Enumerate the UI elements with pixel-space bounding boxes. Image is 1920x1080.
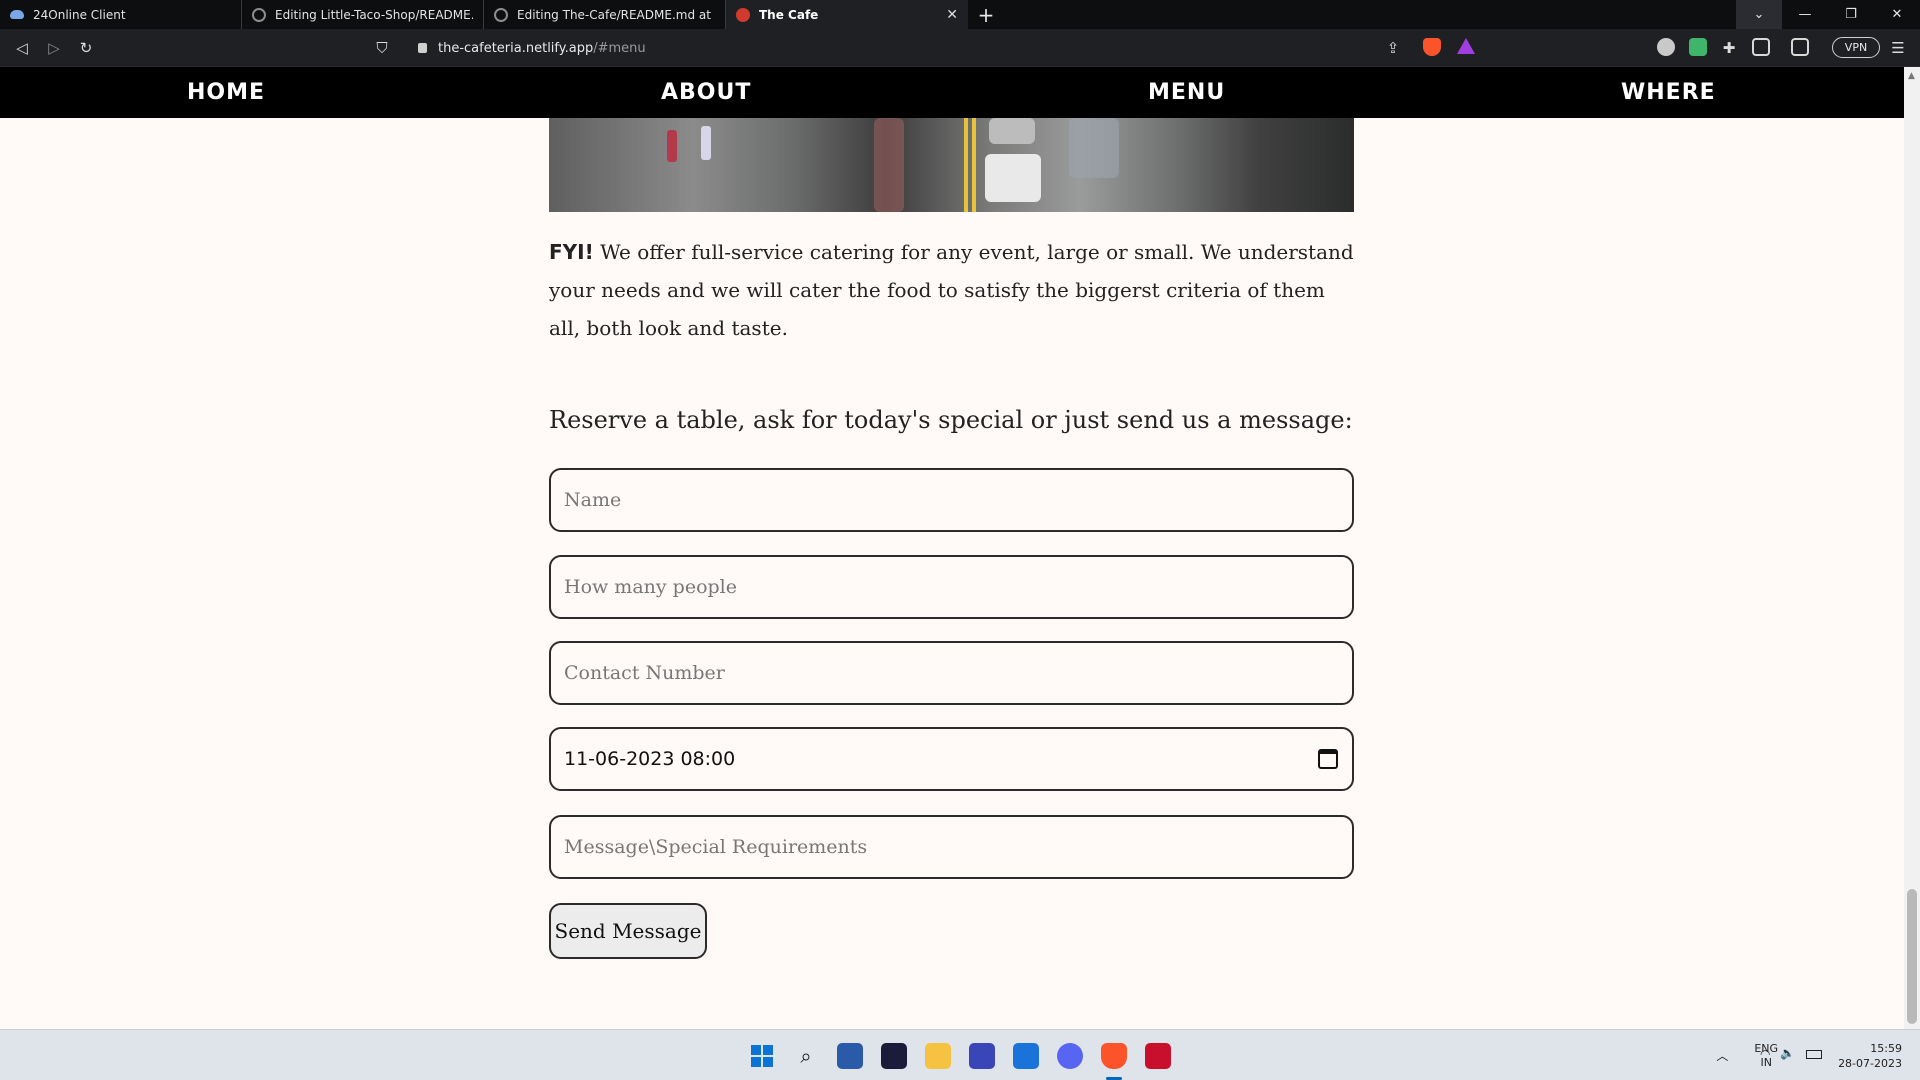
- search-icon[interactable]: ⌕: [793, 1043, 819, 1069]
- tab-search-dropdown-icon[interactable]: ⌄: [1736, 0, 1782, 29]
- sheets-extension-icon[interactable]: [1689, 38, 1707, 56]
- github-icon: [494, 7, 508, 22]
- date: 28-07-2023: [1838, 1056, 1902, 1070]
- close-tab-icon[interactable]: ✕: [946, 7, 958, 23]
- car: [989, 118, 1035, 144]
- page-scrollbar[interactable]: ▲: [1904, 67, 1920, 1029]
- cloud-icon: [10, 10, 24, 19]
- calendar-icon[interactable]: [1318, 749, 1338, 769]
- people-count-input[interactable]: How many people: [549, 555, 1354, 619]
- clock[interactable]: 15:59 28-07-2023: [1838, 1041, 1902, 1071]
- menu-hamburger-icon[interactable]: ☰: [1888, 38, 1908, 58]
- fyi-body: We offer full-service catering for any e…: [549, 240, 1354, 340]
- tab-title: The Cafe: [759, 7, 819, 22]
- send-message-button[interactable]: Send Message: [549, 903, 707, 959]
- intellij-icon[interactable]: [881, 1043, 907, 1069]
- pedestrian: [667, 130, 677, 162]
- tab-little-taco-shop-readme[interactable]: Editing Little-Taco-Shop/README.md: [242, 0, 484, 29]
- street-photo: [549, 118, 1354, 212]
- forward-icon[interactable]: ▷: [44, 38, 64, 58]
- url-path: /#menu: [593, 40, 646, 56]
- extension-icon[interactable]: [1657, 38, 1675, 56]
- wifi-icon[interactable]: ◠: [1760, 1047, 1770, 1061]
- datetime-input[interactable]: 11-06-2023 08:00: [549, 727, 1354, 791]
- volume-icon[interactable]: 🔈: [1780, 1046, 1795, 1060]
- contact-placeholder: Contact Number: [564, 662, 725, 684]
- file-explorer-icon[interactable]: [925, 1043, 951, 1069]
- scrollbar-thumb[interactable]: [1907, 889, 1917, 1024]
- vpn-label: VPN: [1844, 41, 1868, 54]
- datetime-value: 11-06-2023 08:00: [564, 748, 736, 770]
- sidebar-icon[interactable]: [1752, 38, 1770, 56]
- battery-icon[interactable]: [1806, 1050, 1822, 1059]
- scroll-up-arrow-icon[interactable]: ▲: [1908, 71, 1915, 81]
- window-controls: ⌄ — ❐ ✕: [1736, 0, 1920, 29]
- windows-taskbar: ⌕ ︿ ENG IN 15:59 28-07-2023 ◠ 🔈: [0, 1029, 1920, 1080]
- start-windows-icon[interactable]: [749, 1043, 775, 1069]
- nav-where[interactable]: WHERE: [1621, 67, 1716, 118]
- minimize-icon[interactable]: —: [1782, 0, 1828, 29]
- tab-title: Editing The-Cafe/README.md at main: [517, 7, 715, 22]
- extensions-puzzle-icon[interactable]: ✚: [1719, 38, 1739, 58]
- car: [985, 154, 1041, 202]
- blurred-vehicle: [1069, 118, 1119, 178]
- vpn-button[interactable]: VPN: [1832, 37, 1880, 58]
- send-label: Send Message: [554, 919, 702, 943]
- tab-title: 24Online Client: [33, 7, 126, 22]
- blurred-vehicle: [874, 118, 904, 212]
- brave-shields-icon[interactable]: [1423, 38, 1441, 56]
- form-heading: Reserve a table, ask for today's special…: [549, 406, 1353, 434]
- bookmark-icon[interactable]: ⛉: [372, 38, 392, 58]
- name-placeholder: Name: [564, 489, 622, 511]
- restore-icon[interactable]: ❐: [1828, 0, 1874, 29]
- reload-icon[interactable]: ↻: [76, 38, 96, 58]
- url-host: the-cafeteria.netlify.app: [438, 40, 594, 56]
- github-icon: [252, 7, 266, 22]
- catering-note: FYI! We offer full-service catering for …: [549, 233, 1359, 347]
- name-input[interactable]: Name: [549, 468, 1354, 532]
- mail-icon[interactable]: [1013, 1043, 1039, 1069]
- message-input[interactable]: Message\Special Requirements: [549, 815, 1354, 879]
- new-tab-button[interactable]: +: [968, 0, 1004, 29]
- back-icon[interactable]: ◁: [12, 38, 32, 58]
- contact-number-input[interactable]: Contact Number: [549, 641, 1354, 705]
- tab-the-cafe[interactable]: The Cafe ✕: [726, 0, 968, 29]
- page-content: FYI! We offer full-service catering for …: [0, 118, 1904, 1029]
- tab-24online-client[interactable]: 24Online Client: [0, 0, 242, 29]
- fyi-label: FYI!: [549, 240, 594, 264]
- browser-tab-bar: 24Online Client Editing Little-Taco-Shop…: [0, 0, 1920, 29]
- people-placeholder: How many people: [564, 576, 737, 598]
- nav-home[interactable]: HOME: [187, 67, 265, 118]
- lock-icon: [418, 43, 427, 53]
- browser-toolbar: ◁ ▷ ↻ ⛉ the-cafeteria.netlify.app/#menu …: [0, 29, 1920, 67]
- nav-menu[interactable]: MENU: [1148, 67, 1225, 118]
- site-navigation: HOME ABOUT MENU WHERE: [0, 67, 1904, 118]
- close-window-icon[interactable]: ✕: [1874, 0, 1920, 29]
- vscode-style-editor-icon[interactable]: [969, 1043, 995, 1069]
- wallet-icon[interactable]: [1791, 38, 1809, 56]
- tab-the-cafe-readme[interactable]: Editing The-Cafe/README.md at main: [484, 0, 726, 29]
- share-icon[interactable]: ⇪: [1383, 38, 1403, 58]
- nav-about[interactable]: ABOUT: [661, 67, 751, 118]
- pedestrian: [701, 126, 711, 160]
- url-text: the-cafeteria.netlify.app/#menu: [438, 41, 646, 56]
- chevron-up-icon[interactable]: ︿: [1716, 1047, 1728, 1064]
- mcafee-icon[interactable]: [1145, 1043, 1171, 1069]
- discord-icon[interactable]: [1057, 1043, 1083, 1069]
- brave-rewards-icon[interactable]: [1457, 38, 1475, 54]
- message-placeholder: Message\Special Requirements: [564, 836, 868, 858]
- brave-browser-icon[interactable]: [1101, 1043, 1127, 1069]
- cafe-icon: [736, 7, 750, 22]
- microsoft-store-icon[interactable]: [837, 1043, 863, 1069]
- address-bar[interactable]: the-cafeteria.netlify.app/#menu: [400, 34, 1486, 62]
- time: 15:59: [1870, 1041, 1902, 1055]
- tab-title: Editing Little-Taco-Shop/README.md: [275, 7, 473, 22]
